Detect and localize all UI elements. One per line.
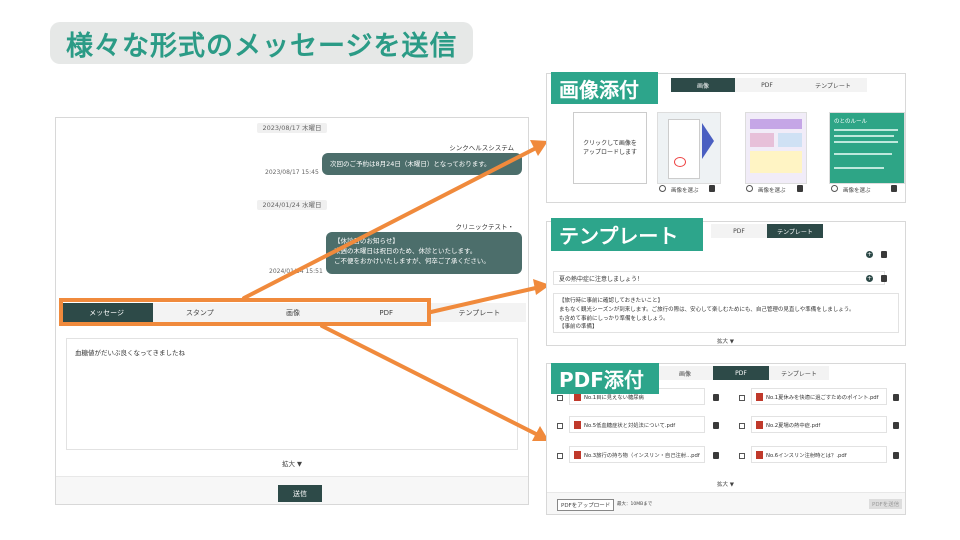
message-bubble: 【休診日のお知らせ】 来週の木曜日は祝日のため、休診といたします。 ご不便をおか… (326, 232, 522, 274)
send-bar: 送信 (56, 476, 528, 504)
image-thumbnail[interactable] (657, 112, 721, 184)
message-bubble: 次回のご予約は8月24日（木曜日）となっております。 (322, 153, 522, 175)
select-image-radio[interactable] (746, 185, 753, 192)
message-timestamp: 2024/01/24 15:51 (269, 268, 323, 275)
trash-icon[interactable] (893, 452, 899, 459)
pdf-file-item[interactable]: No.5低血糖症状と対処法について.pdf (569, 416, 705, 433)
trash-icon[interactable] (797, 185, 803, 192)
tab-pdf[interactable]: PDF (735, 78, 799, 92)
sender-name: シンクヘルスシステム (449, 144, 514, 152)
tab-template[interactable]: テンプレート (433, 303, 526, 322)
trash-icon[interactable] (893, 422, 899, 429)
chat-window: 2023/08/17 木曜日 シンクヘルスシステム 次回のご予約は8月24日（木… (55, 117, 529, 505)
pdf-checkbox[interactable] (739, 395, 745, 401)
expand-toggle[interactable]: 拡大 ▼ (717, 337, 734, 345)
pdf-checkbox[interactable] (739, 453, 745, 459)
pdf-size-note: 最大：10MBまで (617, 502, 653, 507)
tab-template[interactable]: テンプレート (769, 366, 829, 380)
select-image-label: 画像を選ぶ (843, 188, 871, 194)
pdf-file-item[interactable]: No.3旅行の持ち物（インスリン・自己注射...pdf (569, 446, 705, 463)
pdf-checkbox[interactable] (557, 423, 563, 429)
pdf-panel-label: PDF添付 (551, 363, 659, 394)
message-input[interactable]: 血糖値がだいぶ良くなってきましたね (66, 338, 518, 450)
image-thumbnail[interactable]: のとのルール (829, 112, 905, 184)
pdf-footer: PDFをアップロード 最大：10MBまで PDFを送信 (547, 492, 905, 514)
page-title: 様々な形式のメッセージを送信 (66, 30, 458, 62)
select-image-label: 画像を選ぶ (671, 188, 699, 194)
template-item[interactable]: 夏の熱中症に注意しましょう！ (553, 271, 885, 285)
tab-stamp[interactable]: スタンプ (153, 303, 246, 322)
trash-icon[interactable] (713, 422, 719, 429)
pdf-send-button[interactable]: PDFを送信 (869, 499, 903, 509)
image-thumbnail[interactable] (745, 112, 807, 184)
tab-image[interactable]: 画像 (657, 366, 713, 380)
tab-pdf[interactable]: PDF (340, 303, 433, 322)
pdf-panel-tabs: 画像 PDF テンプレート (657, 366, 829, 380)
message-timestamp: 2023/08/17 15:45 (265, 169, 319, 176)
tab-image[interactable]: 画像 (671, 78, 735, 92)
template-panel-tabs: PDF テンプレート (711, 224, 823, 238)
tab-pdf[interactable]: PDF (713, 366, 769, 380)
tab-template[interactable]: テンプレート (799, 78, 867, 92)
image-panel-tabs: 画像 PDF テンプレート (671, 78, 867, 92)
pdf-file-item[interactable]: No.2夏場の熱中症.pdf (751, 416, 887, 433)
pdf-file-item[interactable]: No.6インスリン注射時とは？.pdf (751, 446, 887, 463)
sender-name: クリニックテスト・ (455, 223, 515, 231)
pdf-checkbox[interactable] (557, 453, 563, 459)
pdf-checkbox[interactable] (739, 423, 745, 429)
trash-icon[interactable] (713, 452, 719, 459)
pdf-file-item[interactable]: No.1夏休みを快適に過ごすためのポイント.pdf (751, 388, 887, 405)
template-preview: 【旅行時に事前に確認しておきたいこと】 まもなく観光シーズンが到来します。ご旅行… (553, 293, 899, 333)
tab-message[interactable]: メッセージ (60, 303, 154, 322)
trash-icon[interactable] (709, 185, 715, 192)
add-template-icon[interactable]: + (866, 275, 873, 282)
pdf-checkbox[interactable] (557, 395, 563, 401)
expand-toggle[interactable]: 拡大 ▼ (717, 480, 734, 488)
select-image-label: 画像を選ぶ (758, 188, 786, 194)
template-panel-label: テンプレート (551, 218, 703, 251)
page-title-pill: 様々な形式のメッセージを送信 (50, 22, 474, 64)
date-divider: 2024/01/24 水曜日 (56, 199, 528, 210)
pdf-upload-button[interactable]: PDFをアップロード (557, 499, 615, 511)
select-image-radio[interactable] (831, 185, 838, 192)
image-upload-area[interactable]: クリックして画像を アップロードします (573, 112, 647, 184)
tab-template[interactable]: テンプレート (767, 224, 823, 238)
message-history: 2023/08/17 木曜日 シンクヘルスシステム 次回のご予約は8月24日（木… (56, 118, 528, 300)
message-type-tabs: メッセージ スタンプ 画像 PDF テンプレート (60, 303, 526, 322)
trash-icon[interactable] (713, 394, 719, 401)
image-panel-label: 画像添付 (551, 72, 658, 104)
trash-icon[interactable] (881, 275, 887, 282)
expand-toggle[interactable]: 拡大 ▼ (56, 458, 528, 468)
send-button[interactable]: 送信 (278, 485, 322, 502)
date-divider: 2023/08/17 木曜日 (56, 122, 528, 133)
tab-pdf[interactable]: PDF (711, 224, 767, 238)
tab-image[interactable]: 画像 (246, 303, 339, 322)
select-image-radio[interactable] (659, 185, 666, 192)
trash-icon[interactable] (891, 185, 897, 192)
trash-icon[interactable] (893, 394, 899, 401)
add-template-icon[interactable]: + (866, 251, 873, 258)
trash-icon[interactable] (881, 251, 887, 258)
